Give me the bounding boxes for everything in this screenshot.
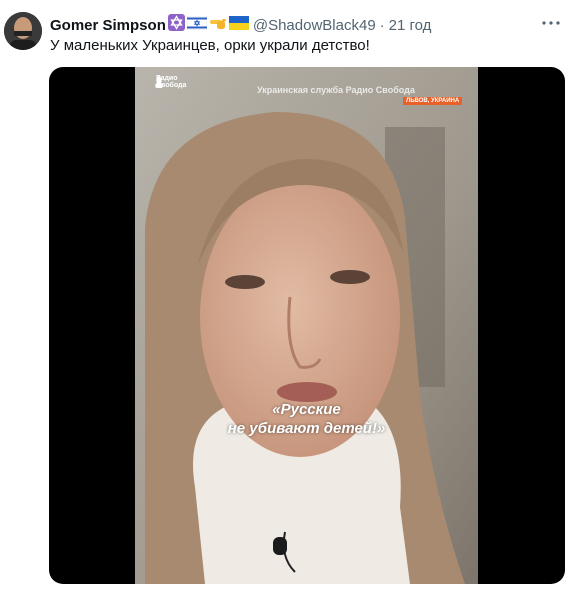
tweet-time[interactable]: 21 год (389, 16, 432, 36)
video-frame[interactable]: Радио Свобода Украинская служба Радио Св… (135, 67, 478, 584)
video-player[interactable]: Радио Свобода Украинская служба Радио Св… (49, 67, 565, 584)
author-name[interactable]: Gomer Simpson (50, 16, 166, 36)
author-handle[interactable]: @ShadowBlack49 (253, 16, 376, 36)
pointing-hand-icon (209, 16, 227, 36)
israel-flag-icon (186, 15, 208, 36)
tweet-text: У маленьких Украинцев, орки украли детст… (50, 37, 370, 54)
tweet-header: Gomer Simpson @ShadowBlack49 · 21 год (50, 14, 532, 37)
caption-line-2: не убивают детей!» (227, 420, 386, 437)
ukraine-flag-icon (228, 15, 249, 36)
avatar[interactable] (4, 12, 42, 50)
caption-line-1: «Русские (272, 401, 341, 418)
tweet[interactable]: Gomer Simpson @ShadowBlack49 · 21 год У … (0, 0, 572, 594)
more-options-icon[interactable] (540, 12, 562, 34)
star-of-david-icon (167, 14, 185, 37)
separator-dot: · (379, 16, 385, 34)
radio-svoboda-logo: Радио Свобода (153, 75, 194, 89)
service-title: Украинская служба Радио Свобода (257, 85, 415, 95)
name-emoji-group (167, 14, 249, 37)
location-badge: ЛЬВОВ, УКРАИНА (403, 97, 463, 105)
video-caption: «Русские не убивают детей!» (155, 400, 458, 438)
video-thumbnail (135, 67, 478, 584)
